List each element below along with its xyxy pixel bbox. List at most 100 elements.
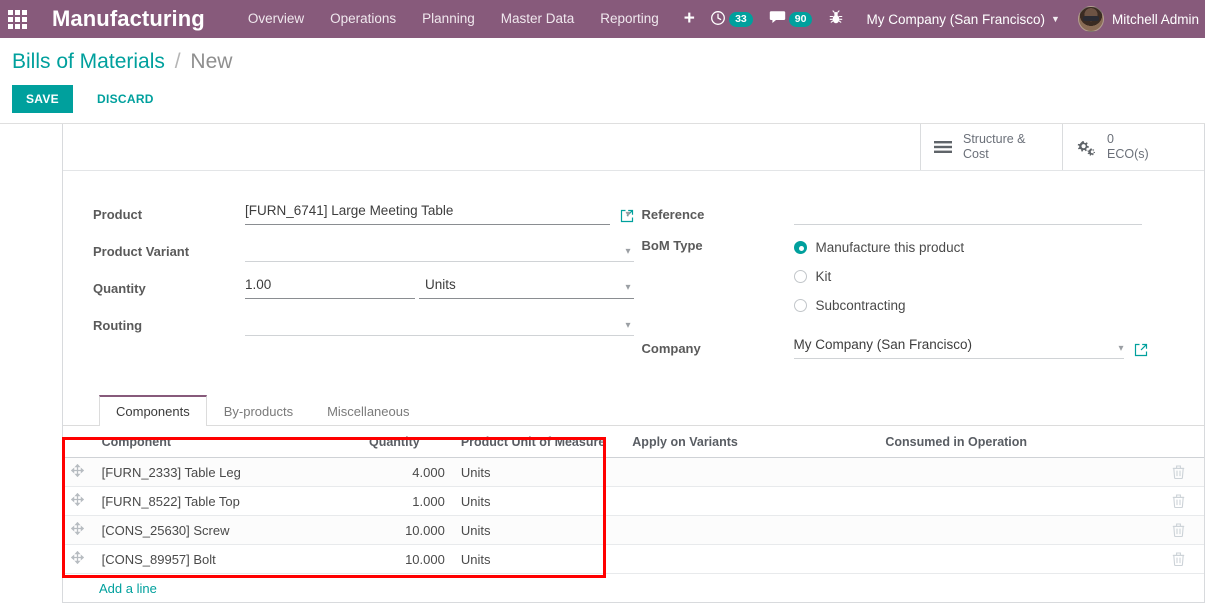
th-consumed-in-operation[interactable]: Consumed in Operation: [877, 426, 1153, 458]
cell-component[interactable]: [FURN_2333] Table Leg: [93, 457, 361, 487]
cell-apply-on-variants[interactable]: [624, 544, 878, 574]
cell-quantity[interactable]: 10.000: [360, 544, 453, 574]
product-input[interactable]: [FURN_6741] Large Meeting Table: [245, 203, 610, 225]
cell-consumed-in-operation[interactable]: [877, 457, 1153, 487]
cell-component[interactable]: [CONS_89957] Bolt: [93, 544, 361, 574]
debug-button[interactable]: [820, 0, 852, 38]
messages-button[interactable]: 90: [761, 0, 821, 38]
cell-consumed-in-operation[interactable]: [877, 544, 1153, 574]
bug-icon: [828, 9, 844, 29]
row-drag-handle-cell[interactable]: [63, 457, 94, 487]
row-drag-handle-cell[interactable]: [63, 515, 94, 545]
cell-uom[interactable]: Units: [452, 544, 625, 574]
chevron-down-icon: ▾: [625, 320, 631, 331]
cell-consumed-in-operation[interactable]: [877, 515, 1153, 545]
cell-component[interactable]: [FURN_8522] Table Top: [93, 486, 361, 516]
structure-and-cost-button[interactable]: Structure & Cost: [920, 124, 1062, 170]
th-component[interactable]: Component: [93, 426, 361, 458]
notebook: Components By-products Miscellaneous Com…: [63, 394, 1204, 602]
apps-menu-icon[interactable]: [0, 0, 34, 38]
th-apply-on-variants[interactable]: Apply on Variants: [624, 426, 878, 458]
company-switcher[interactable]: My Company (San Francisco) ▼: [852, 12, 1069, 27]
structure-and-cost-line1: Structure &: [963, 132, 1026, 146]
cell-uom[interactable]: Units: [452, 457, 625, 487]
menu-item-reporting[interactable]: Reporting: [587, 0, 672, 38]
bom-type-option-subcontracting-label: Subcontracting: [815, 298, 906, 313]
field-product-variant: Product Variant ▾: [93, 238, 634, 262]
field-product-variant-label: Product Variant: [93, 244, 190, 259]
company-input[interactable]: My Company (San Francisco): [793, 337, 1124, 359]
tab-miscellaneous[interactable]: Miscellaneous: [310, 395, 426, 426]
menu-item-overview[interactable]: Overview: [235, 0, 317, 38]
trash-icon[interactable]: [1161, 552, 1196, 566]
user-menu[interactable]: Mitchell Admin: [1070, 6, 1205, 32]
trash-icon[interactable]: [1161, 523, 1196, 537]
drag-handle-icon[interactable]: [70, 521, 85, 536]
tab-components[interactable]: Components: [99, 395, 207, 426]
th-quantity[interactable]: Quantity: [360, 426, 453, 458]
bom-type-option-kit[interactable]: Kit: [793, 269, 1205, 284]
cell-apply-on-variants[interactable]: [624, 515, 878, 545]
cell-delete[interactable]: [1152, 515, 1204, 545]
quantity-uom-input[interactable]: Units ▾: [419, 277, 634, 299]
chevron-down-icon: ▾: [625, 246, 631, 257]
drag-handle-icon[interactable]: [70, 492, 85, 507]
table-row[interactable]: [FURN_2333] Table Leg 4.000 Units: [63, 457, 1204, 487]
structure-and-cost-line2: Cost: [963, 147, 989, 161]
comment-icon: [769, 10, 786, 28]
row-drag-handle-cell[interactable]: [63, 486, 94, 516]
cell-apply-on-variants[interactable]: [624, 486, 878, 516]
activities-button[interactable]: 33: [702, 0, 761, 38]
cell-consumed-in-operation[interactable]: [877, 486, 1153, 516]
company-internal-link-icon[interactable]: [1134, 343, 1148, 357]
bom-type-option-manufacture-label: Manufacture this product: [815, 240, 965, 255]
field-company-label: Company: [641, 341, 701, 356]
save-button[interactable]: SAVE: [12, 85, 73, 113]
routing-input[interactable]: [245, 314, 634, 336]
radio-unselected-icon: [793, 299, 807, 312]
menu-item-master-data[interactable]: Master Data: [488, 0, 588, 38]
reference-input[interactable]: [793, 203, 1142, 225]
main-menu: Overview Operations Planning Master Data…: [235, 0, 707, 38]
cell-delete[interactable]: [1152, 544, 1204, 574]
table-row[interactable]: [CONS_25630] Screw 10.000 Units: [63, 515, 1204, 545]
trash-icon[interactable]: [1161, 465, 1196, 479]
chevron-down-icon: ▾: [1118, 343, 1124, 354]
page-root: Manufacturing Overview Operations Planni…: [0, 0, 1205, 604]
bom-type-option-manufacture[interactable]: Manufacture this product: [793, 240, 1205, 255]
drag-handle-icon[interactable]: [70, 550, 85, 565]
eco-count-button[interactable]: 0 ECO(s): [1062, 124, 1204, 170]
table-header-row: Component Quantity Product Unit of Measu…: [63, 426, 1204, 458]
th-uom[interactable]: Product Unit of Measure: [452, 426, 625, 458]
chevron-down-icon: ▾: [625, 282, 631, 293]
cell-component[interactable]: [CONS_25630] Screw: [93, 515, 361, 545]
menu-item-operations[interactable]: Operations: [317, 0, 409, 38]
cell-delete[interactable]: [1152, 457, 1204, 487]
cell-quantity[interactable]: 10.000: [360, 515, 453, 545]
cell-uom[interactable]: Units: [452, 486, 625, 516]
trash-icon[interactable]: [1161, 494, 1196, 508]
cell-quantity[interactable]: 1.000: [360, 486, 453, 516]
add-line-row: Add a line: [63, 574, 1204, 602]
components-table: Component Quantity Product Unit of Measu…: [63, 426, 1204, 574]
breadcrumb-current: New: [190, 50, 233, 73]
breadcrumb-root-link[interactable]: Bills of Materials: [12, 50, 165, 73]
bom-type-option-subcontracting[interactable]: Subcontracting: [793, 298, 1205, 313]
row-drag-handle-cell[interactable]: [63, 544, 94, 574]
table-row[interactable]: [FURN_8522] Table Top 1.000 Units: [63, 486, 1204, 516]
eco-count-label: 0 ECO(s): [1107, 132, 1149, 162]
cell-apply-on-variants[interactable]: [624, 457, 878, 487]
add-a-line-link[interactable]: Add a line: [99, 581, 157, 596]
cell-quantity[interactable]: 4.000: [360, 457, 453, 487]
cell-delete[interactable]: [1152, 486, 1204, 516]
product-variant-input[interactable]: [245, 240, 634, 262]
tab-by-products[interactable]: By-products: [207, 395, 310, 426]
quantity-input[interactable]: 1.00: [245, 277, 415, 299]
drag-handle-icon[interactable]: [70, 463, 85, 478]
app-brand-title[interactable]: Manufacturing: [52, 6, 205, 32]
menu-item-planning[interactable]: Planning: [409, 0, 488, 38]
cell-uom[interactable]: Units: [452, 515, 625, 545]
table-row[interactable]: [CONS_89957] Bolt 10.000 Units: [63, 544, 1204, 574]
discard-button[interactable]: DISCARD: [83, 85, 168, 113]
field-bom-type: BoM Type Manufacture this product Kit Su…: [642, 238, 1205, 313]
